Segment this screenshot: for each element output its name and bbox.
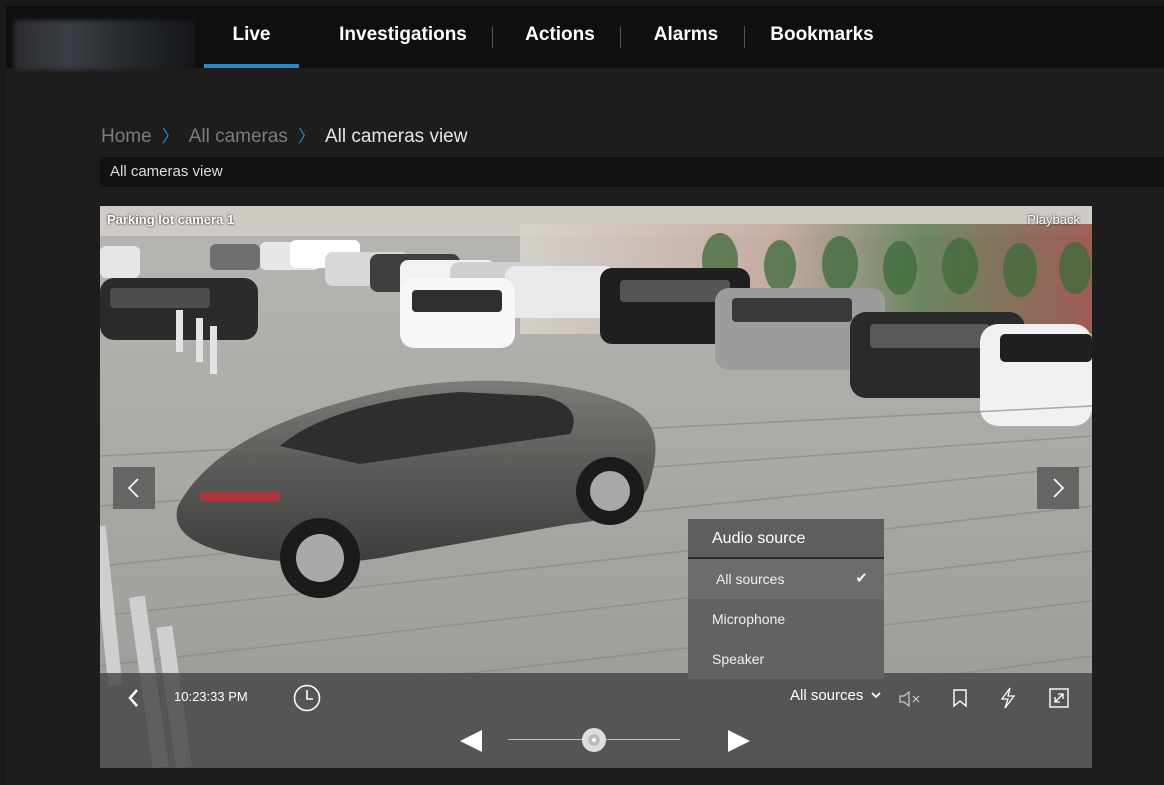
bookmark-icon (953, 689, 967, 708)
breadcrumb: Home 〉 All cameras 〉 All cameras view (101, 122, 467, 148)
timeline-slider-thumb[interactable] (582, 728, 606, 752)
mute-button[interactable] (897, 689, 923, 714)
speaker-muted-icon (899, 690, 920, 708)
expand-icon (1049, 688, 1069, 708)
tab-divider (620, 26, 621, 48)
view-title-bar: All cameras view (100, 157, 1164, 187)
audio-source-dropdown[interactable]: All sources (790, 687, 882, 704)
breadcrumb-separator: 〉 (161, 127, 179, 146)
tab-divider (492, 26, 493, 48)
triangle-right-icon (728, 730, 750, 752)
breadcrumb-home[interactable]: Home (101, 126, 152, 147)
step-forward-button[interactable] (726, 729, 752, 758)
breadcrumb-current: All cameras view (324, 126, 468, 147)
audio-option-label: Speaker (712, 651, 765, 667)
current-time: 10:23:33 PM (174, 689, 248, 704)
audio-option-all-sources[interactable]: All sources ✔ (688, 559, 884, 599)
chevron-down-icon (870, 692, 881, 699)
next-camera-button[interactable] (1037, 467, 1079, 509)
step-backward-button[interactable] (458, 729, 484, 758)
breadcrumb-all-cameras[interactable]: All cameras (189, 126, 288, 147)
camera-title: Parking lot camera 1 (107, 212, 235, 227)
top-nav-bar: Live Investigations Actions Alarms Bookm… (6, 6, 1164, 70)
audio-option-label: Microphone (712, 611, 786, 627)
tab-divider (744, 26, 745, 48)
chevron-left-icon (128, 689, 138, 707)
app-window: Live Investigations Actions Alarms Bookm… (6, 6, 1164, 785)
chevron-left-icon (127, 478, 139, 498)
chevron-right-icon (1053, 478, 1065, 498)
fullscreen-button[interactable] (1048, 687, 1070, 714)
audio-option-label: All sources (716, 571, 785, 587)
audio-source-value: All sources (790, 687, 864, 704)
checkmark-icon: ✔ (855, 570, 868, 587)
lightning-icon (1000, 687, 1016, 709)
trigger-action-button[interactable] (999, 687, 1017, 714)
tab-actions[interactable]: Actions (506, 6, 614, 68)
previous-camera-button[interactable] (113, 467, 155, 509)
clock-icon (293, 684, 321, 712)
video-controls-bar: 10:23:33 PM All sources (100, 673, 1092, 768)
audio-source-menu-header: Audio source (688, 519, 884, 559)
breadcrumb-separator: 〉 (297, 127, 315, 146)
back-button[interactable] (126, 687, 140, 714)
brand-logo (14, 20, 194, 70)
audio-option-speaker[interactable]: Speaker (688, 639, 884, 679)
add-bookmark-button[interactable] (952, 688, 968, 713)
triangle-left-icon (460, 730, 482, 752)
camera-tile[interactable]: Parking lot camera 1 Playback 10:23:33 P… (100, 206, 1092, 768)
time-picker-button[interactable] (292, 683, 322, 718)
audio-option-microphone[interactable]: Microphone (688, 599, 884, 639)
playback-link[interactable]: Playback (1027, 212, 1080, 227)
tab-investigations[interactable]: Investigations (320, 6, 486, 68)
audio-source-menu: Audio source All sources ✔ Microphone Sp… (688, 519, 884, 679)
tab-alarms[interactable]: Alarms (634, 6, 738, 68)
tab-live[interactable]: Live (204, 6, 299, 68)
tab-bookmarks[interactable]: Bookmarks (758, 6, 886, 68)
